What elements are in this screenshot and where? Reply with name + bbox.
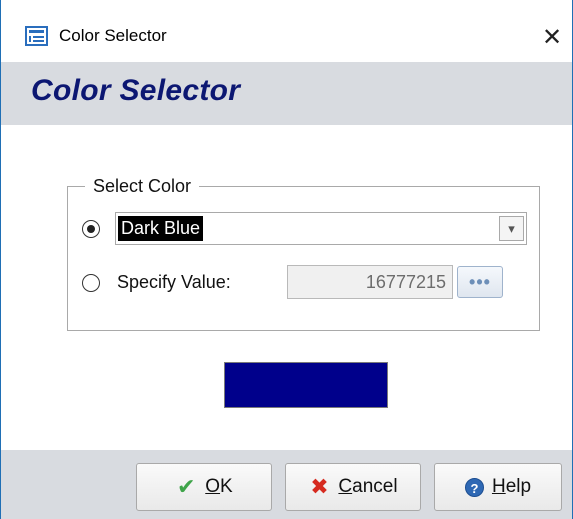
- cancel-label: Cancel: [338, 476, 398, 497]
- help-button[interactable]: ? Help: [434, 463, 562, 511]
- window-title: Color Selector: [59, 26, 167, 45]
- ok-button[interactable]: ✔ OK: [136, 463, 272, 511]
- close-button[interactable]: ✕: [534, 20, 570, 54]
- specify-value-radio[interactable]: [82, 274, 100, 292]
- color-builder-button[interactable]: •••: [457, 266, 503, 298]
- color-preview-swatch: [224, 362, 388, 408]
- color-value-field[interactable]: 16777215: [287, 265, 453, 299]
- ellipsis-icon: •••: [469, 271, 491, 292]
- color-selector-window: Color Selector ✕ Color Selector Select C…: [0, 0, 573, 519]
- ok-label: OK: [205, 476, 233, 497]
- check-icon: ✔: [177, 474, 196, 499]
- form-icon: [25, 26, 48, 46]
- help-label: Help: [491, 476, 532, 497]
- color-name-value: Dark Blue: [118, 216, 204, 241]
- title-bar: Color Selector ✕: [1, 0, 572, 62]
- dropdown-button[interactable]: ▾: [499, 216, 524, 241]
- color-name-combo[interactable]: Dark Blue ▾: [115, 212, 527, 245]
- specify-value-label[interactable]: Specify Value:: [117, 270, 231, 294]
- form-header: Color Selector: [1, 62, 572, 125]
- select-color-legend: Select Color: [85, 174, 200, 198]
- select-color-group: [67, 186, 540, 331]
- x-icon: ✖: [310, 474, 329, 499]
- cancel-button[interactable]: ✖ Cancel: [285, 463, 421, 511]
- chevron-down-icon: ▾: [508, 220, 515, 236]
- help-icon: ?: [464, 477, 484, 497]
- close-icon: ✕: [541, 23, 563, 51]
- named-color-radio[interactable]: [82, 220, 100, 238]
- form-heading: Color Selector: [31, 74, 241, 107]
